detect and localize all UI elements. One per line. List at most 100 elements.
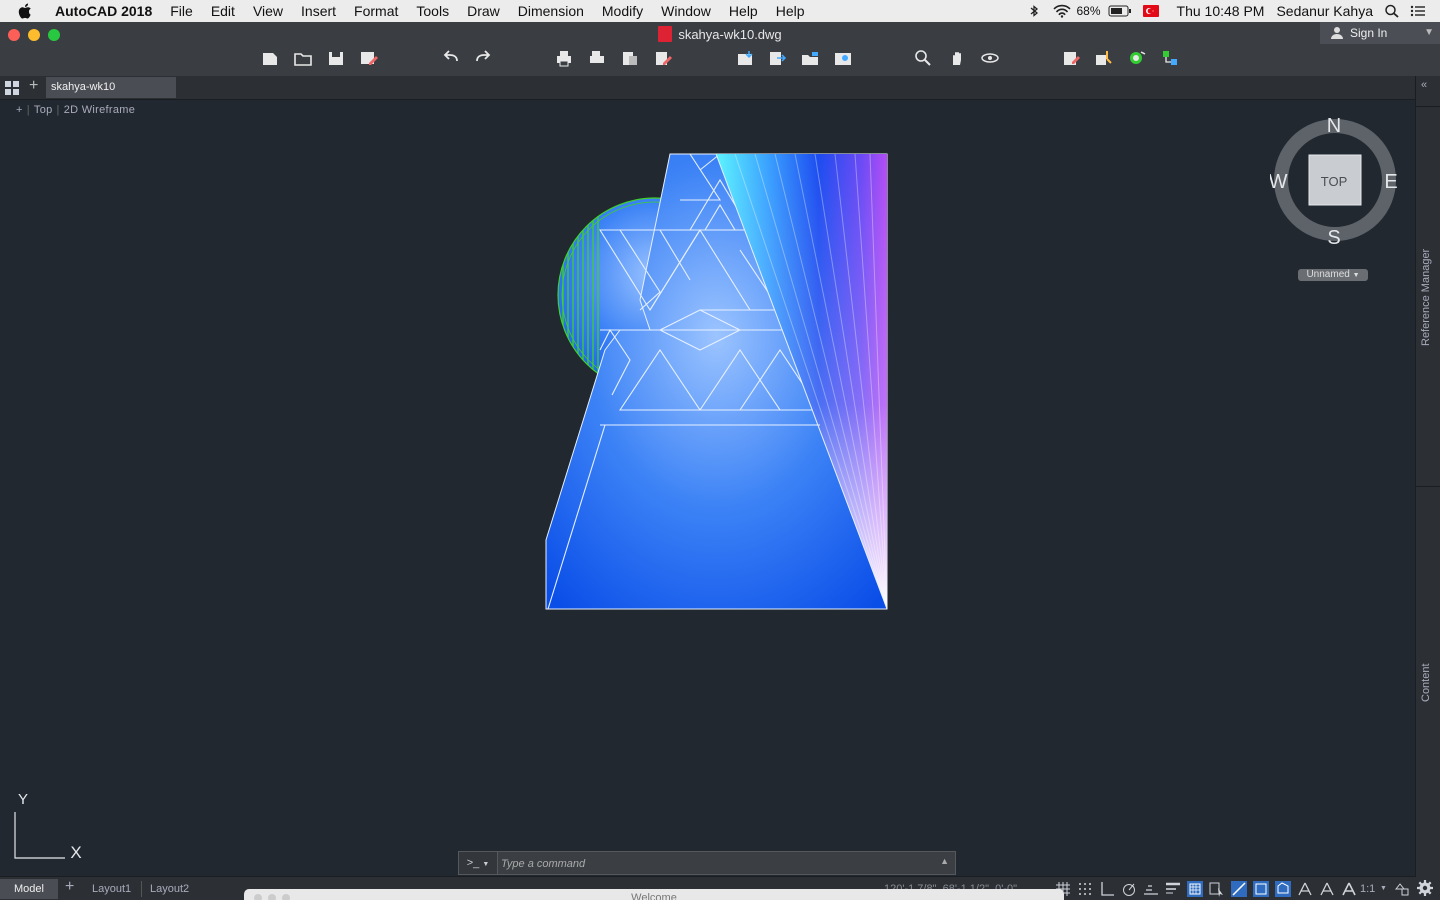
command-input[interactable] xyxy=(499,852,933,876)
notification-center-icon[interactable] xyxy=(1410,4,1426,18)
menu-help[interactable]: Help xyxy=(720,0,767,22)
apple-icon[interactable] xyxy=(18,3,34,19)
batch-plot-button[interactable] xyxy=(587,49,607,67)
menu-insert[interactable]: Insert xyxy=(292,0,345,22)
selection-cycling-icon[interactable] xyxy=(1209,881,1225,897)
workspace-switching-icon[interactable] xyxy=(1394,881,1410,897)
new-drawing-button[interactable] xyxy=(260,49,280,67)
tab-layout1[interactable]: Layout1 xyxy=(84,879,139,899)
welcome-zoom-button[interactable] xyxy=(282,894,290,900)
menu-draw[interactable]: Draw xyxy=(458,0,509,22)
chevron-down-icon: ▼ xyxy=(482,861,490,868)
collapse-palette-icon[interactable]: « xyxy=(1421,79,1427,91)
lineweight-icon[interactable] xyxy=(1165,881,1181,897)
ucs-menu-dropdown[interactable]: Unnamed ▼ xyxy=(1298,269,1368,281)
attach-icon xyxy=(802,52,818,65)
design-center-button[interactable] xyxy=(1127,49,1147,67)
menu-format[interactable]: Format xyxy=(345,0,407,22)
annotation-scale-value[interactable]: 1:1 xyxy=(1360,879,1375,899)
compass-north[interactable]: N xyxy=(1327,115,1341,137)
xref-icon xyxy=(835,53,851,65)
attach-button[interactable] xyxy=(800,49,820,67)
xref-button[interactable] xyxy=(833,49,853,67)
menu-window[interactable]: Window xyxy=(652,0,720,22)
isodraft-icon[interactable] xyxy=(1143,881,1159,897)
tab-layout2[interactable]: Layout2 xyxy=(142,879,197,899)
properties-button[interactable] xyxy=(1061,49,1081,67)
compass-east[interactable]: E xyxy=(1384,171,1397,193)
welcome-window[interactable]: Welcome xyxy=(244,889,1064,900)
menu-app-name[interactable]: AutoCAD 2018 xyxy=(46,0,161,22)
transparency-icon[interactable] xyxy=(1187,881,1203,897)
dynamic-ucs-icon[interactable] xyxy=(1253,881,1269,897)
orbit-button[interactable] xyxy=(980,49,1000,67)
gizmo-icon[interactable] xyxy=(1297,881,1313,897)
annotation-visibility-icon[interactable] xyxy=(1319,881,1335,897)
expand-command-history-icon[interactable]: ▲ xyxy=(940,856,949,866)
reference-manager-tab[interactable]: Reference Manager xyxy=(1420,249,1432,346)
export-button[interactable] xyxy=(767,49,787,67)
undo-button[interactable] xyxy=(441,49,461,67)
input-source-flag-icon[interactable] xyxy=(1142,4,1160,18)
welcome-minimize-button[interactable] xyxy=(268,894,276,900)
add-layout-plus-icon[interactable]: + xyxy=(65,878,74,896)
bluetooth-icon[interactable] xyxy=(1026,4,1042,18)
pan-button[interactable] xyxy=(947,49,967,67)
save-button[interactable] xyxy=(326,49,346,67)
tab-model[interactable]: Model xyxy=(0,879,58,899)
annotation-scale-icon[interactable] xyxy=(1341,881,1357,897)
chevron-down-icon[interactable]: ▼ xyxy=(1380,879,1387,899)
compass-west[interactable]: W xyxy=(1270,171,1288,193)
publish-button[interactable] xyxy=(653,49,673,67)
menu-tools[interactable]: Tools xyxy=(407,0,458,22)
selection-filter-icon[interactable] xyxy=(1275,881,1291,897)
new-tab-plus-icon[interactable]: + xyxy=(29,77,38,95)
printer-icon xyxy=(557,51,571,67)
match-properties-button[interactable] xyxy=(1094,49,1114,67)
viewport-menu-plus[interactable]: + xyxy=(12,104,27,116)
drawing-canvas[interactable] xyxy=(540,150,895,615)
menu-file[interactable]: File xyxy=(161,0,202,22)
battery-icon[interactable] xyxy=(1108,4,1132,18)
save-icon xyxy=(329,52,343,65)
welcome-close-button[interactable] xyxy=(254,894,262,900)
command-prompt-symbol: >_ xyxy=(466,857,480,869)
dwg-file-icon xyxy=(658,26,673,42)
wifi-icon[interactable] xyxy=(1052,4,1072,18)
snap-mode-icon[interactable] xyxy=(1077,881,1093,897)
ortho-mode-icon[interactable] xyxy=(1099,881,1115,897)
import-button[interactable] xyxy=(735,49,755,67)
menu-view[interactable]: View xyxy=(244,0,292,22)
sign-in-label: Sign In xyxy=(1350,26,1388,40)
viewport-controls: + | Top | 2D Wireframe xyxy=(12,104,139,116)
view-control-top[interactable]: Top xyxy=(30,104,57,116)
menu-help-2[interactable]: Help xyxy=(767,0,814,22)
command-prompt-button[interactable]: >_ ▼ xyxy=(459,852,498,874)
spotlight-search-icon[interactable] xyxy=(1384,4,1400,18)
menu-edit[interactable]: Edit xyxy=(202,0,244,22)
visual-style-control[interactable]: 2D Wireframe xyxy=(60,104,139,116)
export-icon xyxy=(770,52,787,65)
menu-dimension[interactable]: Dimension xyxy=(509,0,593,22)
plot-button[interactable] xyxy=(554,49,574,67)
sign-in-button[interactable]: Sign In ▼ xyxy=(1320,22,1440,44)
page-setup-button[interactable] xyxy=(620,49,640,67)
content-tab[interactable]: Content xyxy=(1420,663,1432,702)
save-as-button[interactable] xyxy=(359,49,379,67)
menubar-clock[interactable]: Thu 10:48 PM xyxy=(1165,0,1271,22)
grid-view-icon[interactable] xyxy=(5,81,19,95)
3d-object-snap-icon[interactable] xyxy=(1231,881,1247,897)
customization-gear-icon[interactable] xyxy=(1417,880,1433,896)
tab-skahya-wk10[interactable]: skahya-wk10 xyxy=(46,77,176,98)
redo-button[interactable] xyxy=(473,49,493,67)
viewcube-compass[interactable]: TOP N S E W xyxy=(1270,115,1400,245)
zoom-button[interactable] xyxy=(913,49,933,67)
viewcube-face-top[interactable]: TOP xyxy=(1321,174,1348,189)
sheet-set-button[interactable] xyxy=(1160,49,1180,67)
menubar-user[interactable]: Sedanur Kahya xyxy=(1270,0,1379,22)
menu-modify[interactable]: Modify xyxy=(593,0,652,22)
welcome-title: Welcome xyxy=(631,892,677,900)
open-button[interactable] xyxy=(293,49,313,67)
compass-south[interactable]: S xyxy=(1327,227,1340,245)
polar-tracking-icon[interactable] xyxy=(1121,881,1137,897)
